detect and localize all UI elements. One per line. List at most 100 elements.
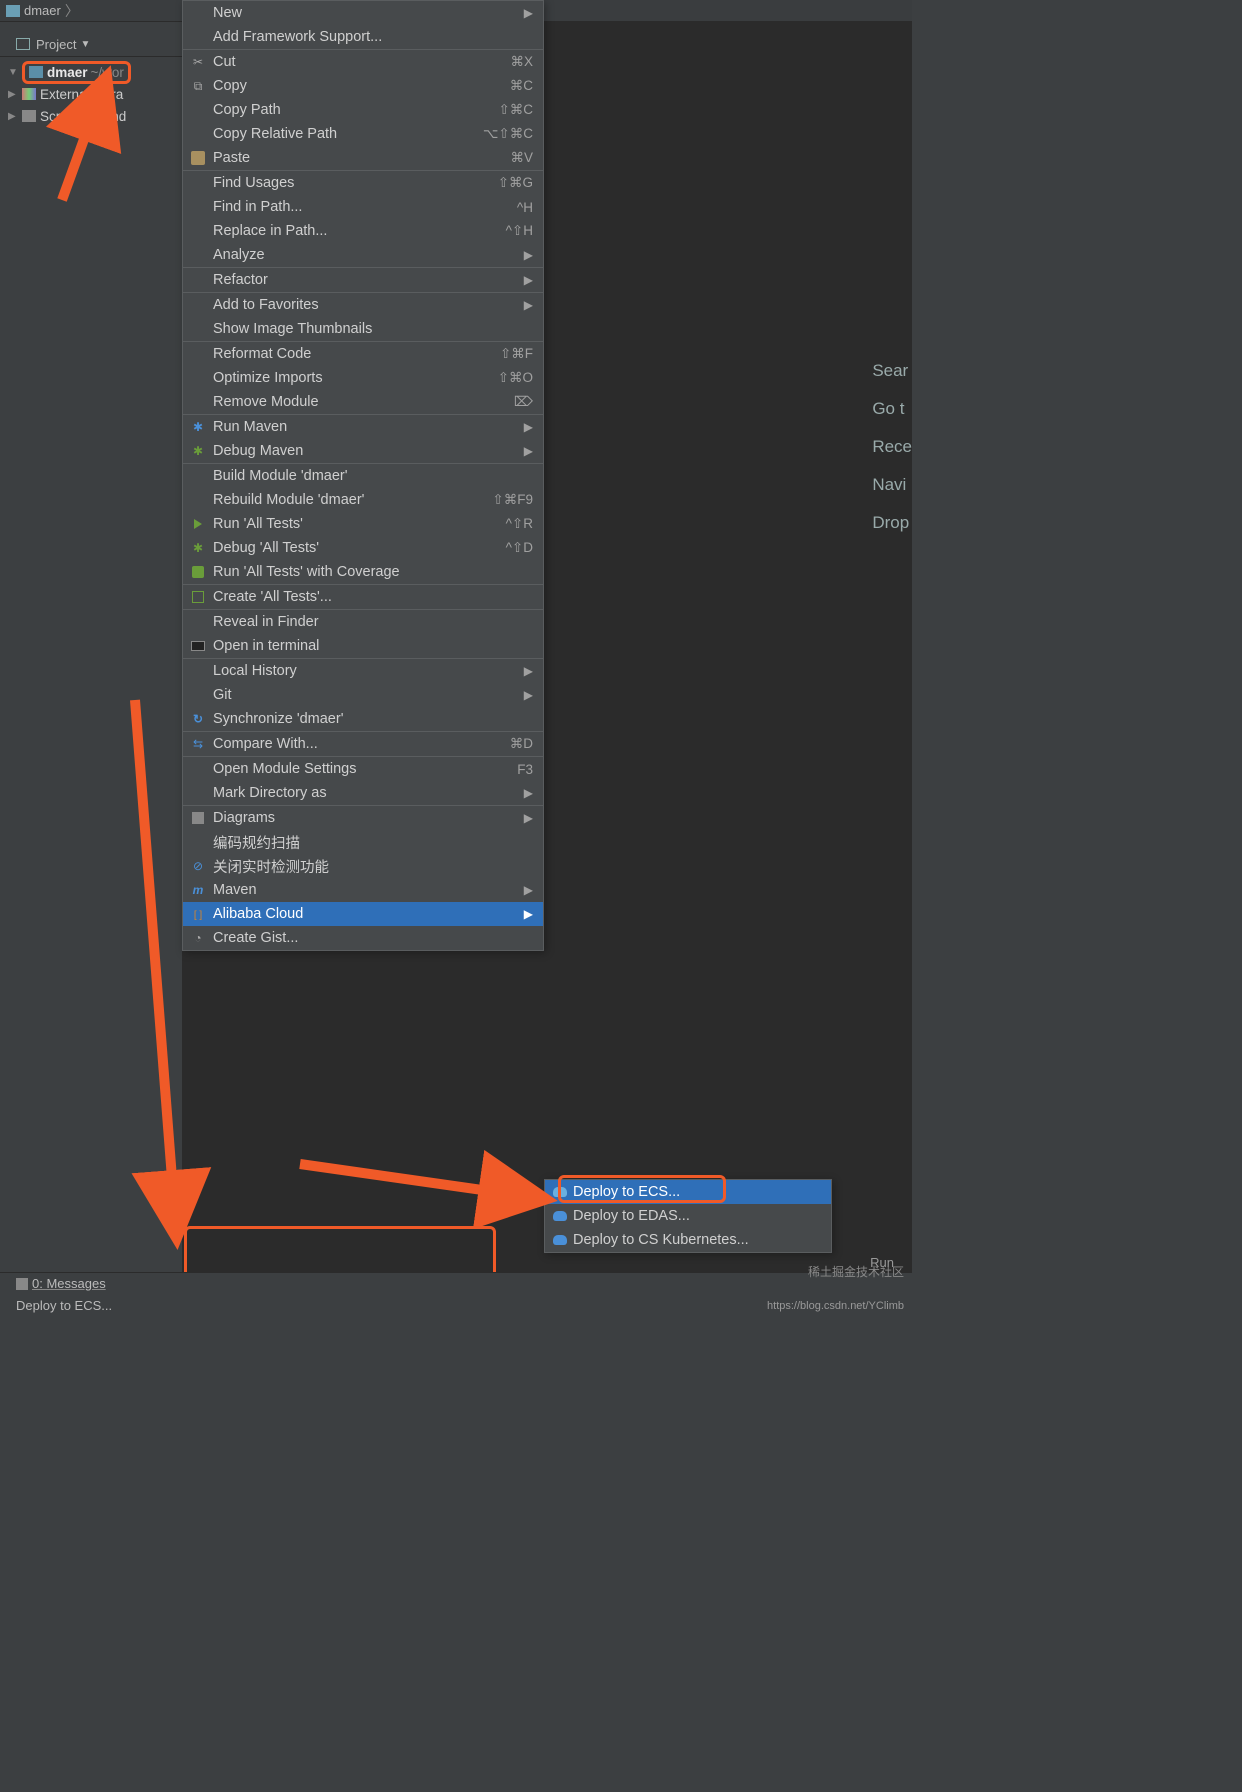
- menu-item-add-to-favorites[interactable]: Add to Favorites▶: [183, 293, 543, 317]
- menu-item-label: Show Image Thumbnails: [213, 321, 533, 337]
- copy-icon: [189, 78, 207, 94]
- menu-item-copy[interactable]: Copy⌘C: [183, 74, 543, 98]
- menu-item-[interactable]: 关闭实时检测功能: [183, 854, 543, 878]
- expand-icon[interactable]: ▼: [8, 67, 18, 78]
- menu-item-local-history[interactable]: Local History▶: [183, 659, 543, 683]
- cloud-icon: [553, 1211, 567, 1221]
- scratch-icon: [22, 110, 36, 122]
- menu-shortcut: ^⇧H: [506, 223, 533, 239]
- folder-icon: [29, 66, 43, 78]
- menu-item-copy-path[interactable]: Copy Path⇧⌘C: [183, 98, 543, 122]
- menu-item-label: Cut: [213, 54, 510, 70]
- menu-item-synchronize-dmaer[interactable]: Synchronize 'dmaer': [183, 707, 543, 731]
- dropdown-icon[interactable]: ▼: [80, 39, 90, 50]
- menu-item-label: Local History: [213, 663, 516, 679]
- menu-item-reformat-code[interactable]: Reformat Code⇧⌘F: [183, 342, 543, 366]
- chevron-right-icon: 〉: [65, 1, 79, 21]
- menu-item-label: Debug Maven: [213, 443, 516, 459]
- watermark-text: 稀土掘金技术社区: [808, 1263, 904, 1280]
- submenu-item-deploy-to-cs-kubernetes[interactable]: Deploy to CS Kubernetes...: [545, 1228, 831, 1252]
- menu-item-label: Rebuild Module 'dmaer': [213, 492, 492, 508]
- menu-item-label: Add Framework Support...: [213, 29, 533, 45]
- menu-item-show-image-thumbnails[interactable]: Show Image Thumbnails: [183, 317, 543, 341]
- gear-icon: [189, 419, 207, 435]
- menu-shortcut: ⌘C: [510, 78, 533, 94]
- alibaba-cloud-submenu[interactable]: Deploy to ECS... Deploy to EDAS... Deploy …: [544, 1179, 832, 1253]
- menu-item-run-maven[interactable]: Run Maven▶: [183, 415, 543, 439]
- submenu-arrow-icon: ▶: [524, 786, 533, 800]
- menu-item-label: Refactor: [213, 272, 516, 288]
- menu-item-label: Git: [213, 687, 516, 703]
- tree-root-path: ~/wor: [91, 65, 124, 80]
- menu-item-maven[interactable]: Maven▶: [183, 878, 543, 902]
- menu-item-new[interactable]: New▶: [183, 1, 543, 25]
- brackets-icon: [189, 906, 207, 922]
- messages-icon: [16, 1278, 28, 1290]
- menu-item-label: Paste: [213, 150, 510, 166]
- menu-item-label: Debug 'All Tests': [213, 540, 506, 556]
- menu-item-build-module-dmaer[interactable]: Build Module 'dmaer': [183, 464, 543, 488]
- context-menu[interactable]: New▶Add Framework Support...Cut⌘XCopy⌘CC…: [182, 0, 544, 951]
- menu-item-run-all-tests[interactable]: Run 'All Tests'^⇧R: [183, 512, 543, 536]
- submenu-item-deploy-to-ecs[interactable]: Deploy to ECS...: [545, 1180, 831, 1204]
- menu-item-refactor[interactable]: Refactor▶: [183, 268, 543, 292]
- expand-icon[interactable]: ▶: [8, 89, 18, 100]
- menu-item-cut[interactable]: Cut⌘X: [183, 50, 543, 74]
- menu-item-diagrams[interactable]: Diagrams▶: [183, 806, 543, 830]
- scissors-icon: [189, 54, 207, 70]
- menu-item-label: Copy: [213, 78, 510, 94]
- menu-item-label: Synchronize 'dmaer': [213, 711, 533, 727]
- menu-item-create-gist[interactable]: Create Gist...: [183, 926, 543, 950]
- menu-item-open-module-settings[interactable]: Open Module SettingsF3: [183, 757, 543, 781]
- debug-icon: [189, 540, 207, 556]
- project-icon: [6, 5, 20, 17]
- breadcrumb-project[interactable]: dmaer: [24, 3, 61, 18]
- menu-item-replace-in-path[interactable]: Replace in Path...^⇧H: [183, 219, 543, 243]
- menu-item-[interactable]: 编码规约扫描: [183, 830, 543, 854]
- submenu-arrow-icon: ▶: [524, 907, 533, 921]
- menu-item-label: 编码规约扫描: [213, 832, 533, 853]
- menu-shortcut: ⌘D: [510, 736, 533, 752]
- menu-item-label: Run Maven: [213, 419, 516, 435]
- menu-item-label: Remove Module: [213, 394, 514, 410]
- menu-item-paste[interactable]: Paste⌘V: [183, 146, 543, 170]
- menu-item-optimize-imports[interactable]: Optimize Imports⇧⌘O: [183, 366, 543, 390]
- menu-item-remove-module[interactable]: Remove Module⌦: [183, 390, 543, 414]
- shield-icon: [189, 564, 207, 580]
- menu-item-analyze[interactable]: Analyze▶: [183, 243, 543, 267]
- menu-item-run-all-tests-with-coverage[interactable]: Run 'All Tests' with Coverage: [183, 560, 543, 584]
- menu-item-label: Open Module Settings: [213, 761, 517, 777]
- menu-item-mark-directory-as[interactable]: Mark Directory as ▶: [183, 781, 543, 805]
- menu-item-debug-all-tests[interactable]: Debug 'All Tests'^⇧D: [183, 536, 543, 560]
- menu-item-find-in-path[interactable]: Find in Path...^H: [183, 195, 543, 219]
- menu-item-open-in-terminal[interactable]: Open in terminal: [183, 634, 543, 658]
- menu-item-alibaba-cloud[interactable]: Alibaba Cloud ▶: [183, 902, 543, 926]
- submenu-item-deploy-to-edas[interactable]: Deploy to EDAS...: [545, 1204, 831, 1228]
- submenu-item-label: Deploy to ECS...: [573, 1184, 821, 1200]
- menu-item-create-all-tests[interactable]: Create 'All Tests'...: [183, 585, 543, 609]
- menu-item-label: Create 'All Tests'...: [213, 589, 533, 605]
- menu-item-label: Add to Favorites: [213, 297, 516, 313]
- menu-item-git[interactable]: Git ▶: [183, 683, 543, 707]
- bottom-toolbar[interactable]: 0: Messages Run: [0, 1272, 912, 1294]
- menu-item-compare-with[interactable]: Compare With...⌘D: [183, 732, 543, 756]
- messages-tool[interactable]: 0: Messages: [16, 1276, 106, 1291]
- menu-item-copy-relative-path[interactable]: Copy Relative Path⌥⇧⌘C: [183, 122, 543, 146]
- menu-item-label: Find Usages: [213, 175, 498, 191]
- menu-item-find-usages[interactable]: Find Usages⇧⌘G: [183, 171, 543, 195]
- project-view-icon: [16, 38, 30, 50]
- menu-item-rebuild-module-dmaer[interactable]: Rebuild Module 'dmaer'⇧⌘F9: [183, 488, 543, 512]
- block-icon: [189, 858, 207, 874]
- menu-item-debug-maven[interactable]: Debug Maven▶: [183, 439, 543, 463]
- expand-icon[interactable]: ▶: [8, 111, 18, 122]
- m-icon: [189, 882, 207, 898]
- menu-item-label: Analyze: [213, 247, 516, 263]
- menu-item-label: Mark Directory as: [213, 785, 516, 801]
- submenu-item-label: Deploy to EDAS...: [573, 1208, 821, 1224]
- menu-item-label: New: [213, 5, 516, 21]
- menu-item-add-framework-support[interactable]: Add Framework Support...: [183, 25, 543, 49]
- menu-item-label: Alibaba Cloud: [213, 906, 516, 922]
- menu-item-reveal-in-finder[interactable]: Reveal in Finder: [183, 610, 543, 634]
- menu-shortcut: F3: [517, 762, 533, 777]
- submenu-arrow-icon: ▶: [524, 688, 533, 702]
